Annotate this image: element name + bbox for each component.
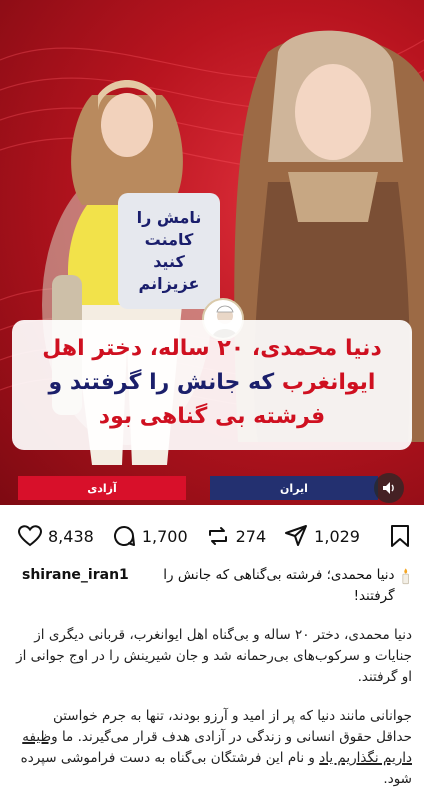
save-button[interactable] xyxy=(390,524,410,552)
comment-icon xyxy=(113,526,135,547)
like-count: 8,438 xyxy=(48,526,94,546)
headline-line-3: فرشته بی گناهی بود xyxy=(98,404,326,429)
label-strip-right: ایران xyxy=(210,476,378,500)
post-media[interactable]: نامش را کامنت کنید عزیزانم دنیا محمدی، ۲… xyxy=(0,0,424,505)
caption-title: دنیا محمدی؛ فرشته بی‌گناهی که جانش را گر… xyxy=(163,567,395,604)
share-button[interactable]: 1,029 xyxy=(284,524,360,548)
bookmark-icon xyxy=(391,525,409,547)
headline-line-2: ایوانغرب که جانش را گرفتند و xyxy=(22,366,402,400)
share-count: 1,029 xyxy=(314,526,360,546)
caption-header: shirane_iran1 دنیا محمدی؛ فرشته بی‌گناهی… xyxy=(16,565,412,607)
post-caption: shirane_iran1 دنیا محمدی؛ فرشته بی‌گناهی… xyxy=(16,565,412,790)
repost-count: 274 xyxy=(235,526,267,546)
caption-paragraph-2: جوانانی مانند دنیا که پر از امید و آرزو … xyxy=(16,706,412,790)
comment-callout: نامش را کامنت کنید عزیزانم xyxy=(118,193,220,309)
repost-button[interactable]: 274 xyxy=(206,524,267,548)
speaker-icon xyxy=(383,482,394,494)
headline-line-2-red: ایوانغرب xyxy=(281,370,376,395)
comment-callout-text: نامش را کامنت کنید عزیزانم xyxy=(136,208,202,293)
label-strip-left: آزادی xyxy=(18,476,186,500)
comment-count: 1,700 xyxy=(141,526,188,546)
comment-button[interactable]: 1,700 xyxy=(112,524,188,548)
caption-paragraph-2-a: جوانانی مانند دنیا که پر از امید و آرزو … xyxy=(52,708,412,745)
repost-icon xyxy=(208,527,227,545)
heart-icon xyxy=(18,525,42,547)
post-actions: 8,438 1,700 274 1,029 xyxy=(0,518,424,554)
candle-icon xyxy=(402,568,409,585)
like-button[interactable]: 8,438 xyxy=(18,525,94,547)
caption-title-wrap: دنیا محمدی؛ فرشته بی‌گناهی که جانش را گر… xyxy=(129,565,412,607)
caption-paragraph-1: دنیا محمدی، دختر ۲۰ ساله و بی‌گناه اهل ا… xyxy=(16,627,412,685)
send-icon xyxy=(285,525,308,546)
headline-banner: دنیا محمدی، ۲۰ ساله، دختر اهل ایوانغرب ک… xyxy=(12,320,412,450)
headline-line-2-rest: که جانش را گرفتند و xyxy=(48,370,282,395)
mute-button[interactable] xyxy=(374,473,404,503)
username-link[interactable]: shirane_iran1 xyxy=(22,565,129,586)
headline-line-1: دنیا محمدی، ۲۰ ساله، دختر اهل xyxy=(42,336,382,361)
